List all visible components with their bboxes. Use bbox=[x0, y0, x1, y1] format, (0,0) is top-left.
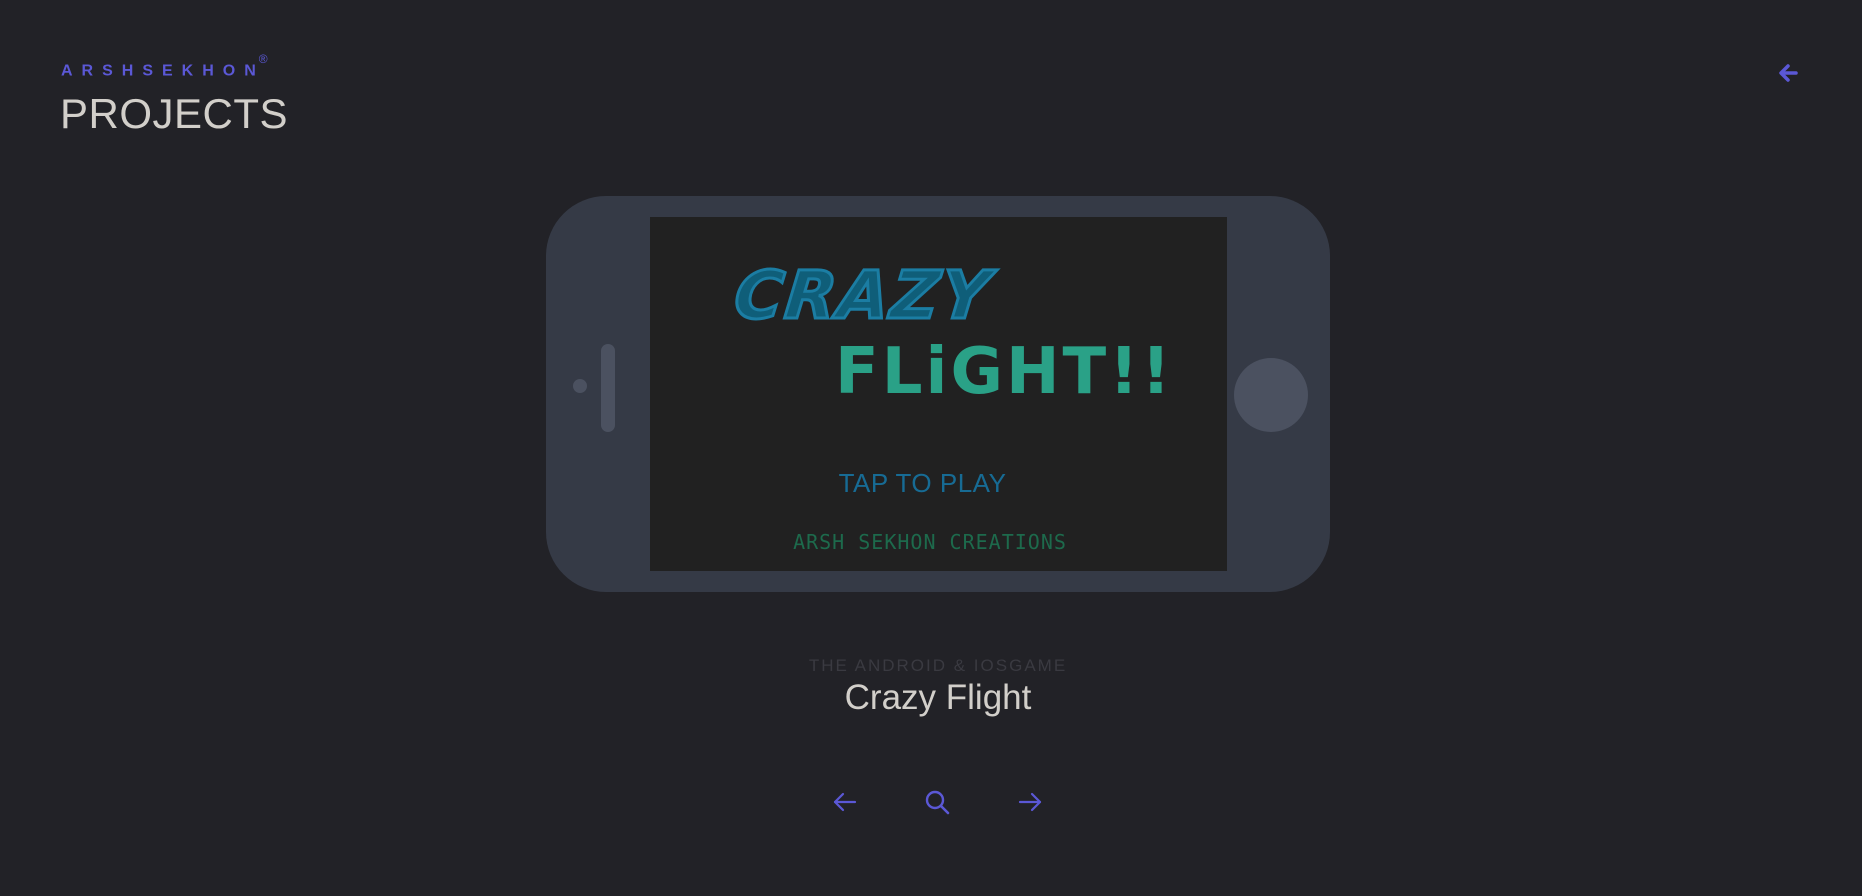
brand-logo[interactable]: ARSHSEKHON® bbox=[61, 52, 274, 80]
phone-camera bbox=[573, 379, 587, 393]
brand-name: ARSHSEKHON bbox=[61, 62, 265, 80]
page-title: PROJECTS bbox=[60, 90, 289, 137]
project-subtitle: THE ANDROID & IOSGAME bbox=[808, 656, 1068, 675]
game-screenshot[interactable]: CRAZY FLiGHT!! TAP TO PLAY ARSH SEKHON C… bbox=[650, 217, 1227, 571]
arrow-left-icon bbox=[833, 792, 857, 812]
studio-credit: ARSH SEKHON CREATIONS bbox=[793, 530, 1067, 554]
tap-to-play-label: TAP TO PLAY bbox=[838, 468, 1007, 498]
previous-project-button[interactable] bbox=[831, 788, 859, 816]
phone-home-button bbox=[1234, 358, 1308, 432]
registered-mark: ® bbox=[258, 52, 268, 66]
search-icon bbox=[925, 790, 950, 815]
game-title-flight: FLiGHT!! bbox=[835, 335, 1174, 409]
phone-mockup: CRAZY FLiGHT!! TAP TO PLAY ARSH SEKHON C… bbox=[546, 196, 1330, 592]
arrow-left-icon bbox=[1779, 64, 1798, 82]
game-title-crazy: CRAZY bbox=[729, 256, 996, 336]
phone-speaker bbox=[601, 344, 615, 432]
back-button[interactable] bbox=[1778, 62, 1800, 84]
page: ARSHSEKHON® PROJECTS CRAZY FLiGHT!! TAP … bbox=[0, 0, 1862, 896]
next-project-button[interactable] bbox=[1016, 788, 1044, 816]
search-button[interactable] bbox=[923, 788, 951, 816]
project-name: Crazy Flight bbox=[844, 678, 1032, 717]
arrow-right-icon bbox=[1018, 792, 1042, 812]
